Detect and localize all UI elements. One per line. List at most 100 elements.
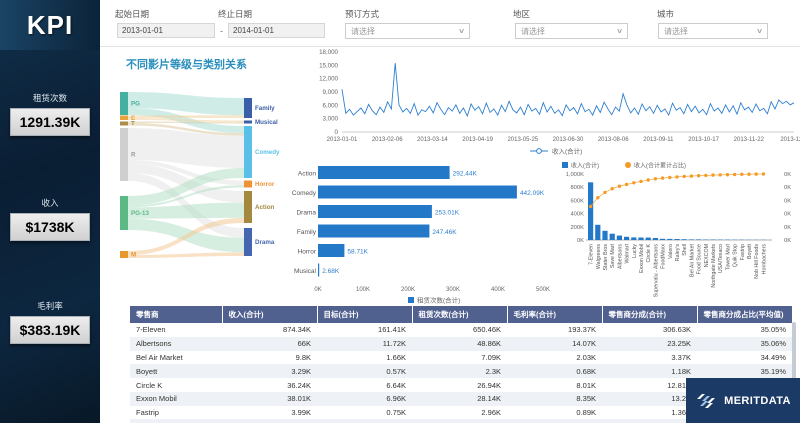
- booking-method-select[interactable]: 请选择 ∨: [345, 23, 470, 39]
- svg-text:Walgreens: Walgreens: [596, 244, 602, 269]
- svg-text:100K: 100K: [356, 287, 370, 293]
- table-row[interactable]: Bel Air Market9.8K1.66K7.09K2.03K3.37K34…: [130, 351, 792, 365]
- retailer-pareto-chart: 收入(合计) 收入(合计累计占比)1,000K0K800K0K600K0K400…: [556, 158, 800, 313]
- pareto-cumulative-dot: [733, 173, 736, 176]
- start-date-input[interactable]: [117, 23, 215, 38]
- region-select[interactable]: 请选择 ∨: [515, 23, 628, 39]
- brand-name: MERITDATA: [724, 395, 791, 407]
- svg-text:Walmart: Walmart: [625, 243, 631, 263]
- table-header-cell: 零售商分成(合计): [602, 306, 697, 323]
- svg-text:400K: 400K: [491, 287, 505, 293]
- svg-text:2013-02-06: 2013-02-06: [372, 137, 403, 143]
- line-legend-label: 收入(合计): [552, 147, 582, 156]
- pareto-bar: [624, 237, 629, 240]
- sankey-node: [120, 92, 128, 115]
- pareto-bar: [602, 231, 607, 240]
- table-cell: 35.19%: [697, 364, 792, 378]
- table-cell: 48.86K: [412, 337, 507, 351]
- pareto-bar: [667, 239, 672, 240]
- brand-logo: MERITDATA: [686, 378, 800, 423]
- table-row[interactable]: 7-Eleven874.34K161.41K650.46K193.37K306.…: [130, 323, 792, 337]
- region-value: 请选择: [521, 26, 545, 37]
- table-cell: 35.05%: [697, 323, 792, 337]
- table-cell: 2.3K: [412, 364, 507, 378]
- pareto-bar: [646, 238, 651, 240]
- svg-text:PG-13: PG-13: [131, 210, 149, 217]
- pareto-cumulative-dot: [747, 173, 750, 176]
- table-cell: Boyett: [130, 364, 222, 378]
- end-date-label: 终止日期: [218, 8, 252, 20]
- table-scrollbar[interactable]: [792, 322, 796, 380]
- svg-text:Drama: Drama: [255, 239, 275, 246]
- table-cell: 9.8K: [222, 351, 317, 365]
- table-cell: 3.29K: [222, 364, 317, 378]
- bar: [318, 205, 432, 218]
- svg-text:Boyett: Boyett: [747, 243, 753, 259]
- table-header-cell: 毛利率(合计): [507, 306, 602, 323]
- bar-chart-svg: Action 292.44KComedy 442.09KDrama 253.01…: [280, 160, 560, 306]
- svg-text:Shell: Shell: [682, 244, 688, 256]
- table-cell: 1.66K: [317, 351, 412, 365]
- table-cell: 8.01K: [507, 378, 602, 392]
- city-select[interactable]: 请选择 ∨: [658, 23, 768, 39]
- svg-text:2013-05-25: 2013-05-25: [507, 137, 538, 143]
- svg-text:292.44K: 292.44K: [453, 171, 478, 178]
- line-chart-svg: 18,00015,00012,0009,0006,0003,00002013-0…: [308, 44, 800, 158]
- table-row[interactable]: Albertsons66K11.72K48.86K14.07K23.25K35.…: [130, 337, 792, 351]
- svg-text:253.01K: 253.01K: [435, 210, 460, 217]
- sankey-node: [120, 251, 128, 258]
- date-range-separator: -: [220, 26, 223, 36]
- svg-text:0K: 0K: [784, 238, 791, 244]
- end-date-input[interactable]: [228, 23, 325, 38]
- svg-text:Hornbachers: Hornbachers: [761, 244, 767, 275]
- table-cell: 28.14K: [412, 392, 507, 406]
- svg-text:0: 0: [335, 129, 339, 136]
- table-cell: 11.72K: [317, 337, 412, 351]
- table-cell: 23.25K: [602, 337, 697, 351]
- bar: [318, 225, 429, 238]
- table-cell: 35.06%: [697, 337, 792, 351]
- table-row[interactable]: Boyett3.29K0.57K2.3K0.68K1.18K35.19%: [130, 364, 792, 378]
- bar: [318, 264, 319, 277]
- table-cell: 8.35K: [507, 392, 602, 406]
- svg-text:200K: 200K: [570, 225, 584, 231]
- chevron-down-icon: ∨: [458, 27, 465, 35]
- svg-text:Action: Action: [298, 171, 316, 178]
- svg-text:58.71K: 58.71K: [347, 249, 368, 256]
- pareto-cumulative-dot: [697, 174, 700, 177]
- region-label: 地区: [513, 8, 530, 20]
- chevron-down-icon: ∨: [616, 27, 623, 35]
- svg-text:2013-06-30: 2013-06-30: [553, 137, 584, 143]
- svg-text:Horror: Horror: [255, 181, 275, 188]
- sankey-node: [120, 128, 128, 181]
- table-cell: 7.09K: [412, 351, 507, 365]
- table-cell: 0.68K: [507, 364, 602, 378]
- kpi-card: 毛利率 $383.19K: [0, 300, 100, 344]
- svg-text:NEXCOM: NEXCOM: [704, 244, 710, 267]
- svg-text:247.46K: 247.46K: [432, 229, 457, 236]
- table-cell: Circle K: [130, 378, 222, 392]
- pareto-bar: [588, 182, 593, 240]
- svg-text:3,000: 3,000: [323, 116, 339, 123]
- svg-text:Save Mart: Save Mart: [610, 243, 616, 268]
- table-cell: 2.03K: [507, 351, 602, 365]
- start-date-label: 起始日期: [115, 8, 149, 20]
- svg-text:0K: 0K: [314, 287, 321, 293]
- sankey-node: [120, 116, 128, 121]
- table-cell: 34.49%: [697, 351, 792, 365]
- svg-text:Family: Family: [297, 229, 317, 236]
- svg-text:2013-01-01: 2013-01-01: [327, 137, 358, 143]
- table-cell: 13.2K: [602, 392, 697, 406]
- bar: [318, 186, 517, 199]
- table-cell: 2.96K: [412, 406, 507, 420]
- svg-text:Food Source: Food Source: [697, 244, 703, 274]
- svg-text:Supervalu - Albertsons: Supervalu - Albertsons: [653, 244, 659, 298]
- pareto-cumulative-dot: [611, 187, 614, 190]
- table-cell: 7-Eleven: [130, 323, 222, 337]
- pareto-bar: [617, 236, 622, 240]
- pareto-bar: [660, 239, 665, 240]
- table-header-cell: 收入(合计): [222, 306, 317, 323]
- pareto-bar: [638, 238, 643, 241]
- svg-text:0K: 0K: [784, 212, 791, 218]
- svg-text:收入(合计): 收入(合计): [571, 162, 599, 170]
